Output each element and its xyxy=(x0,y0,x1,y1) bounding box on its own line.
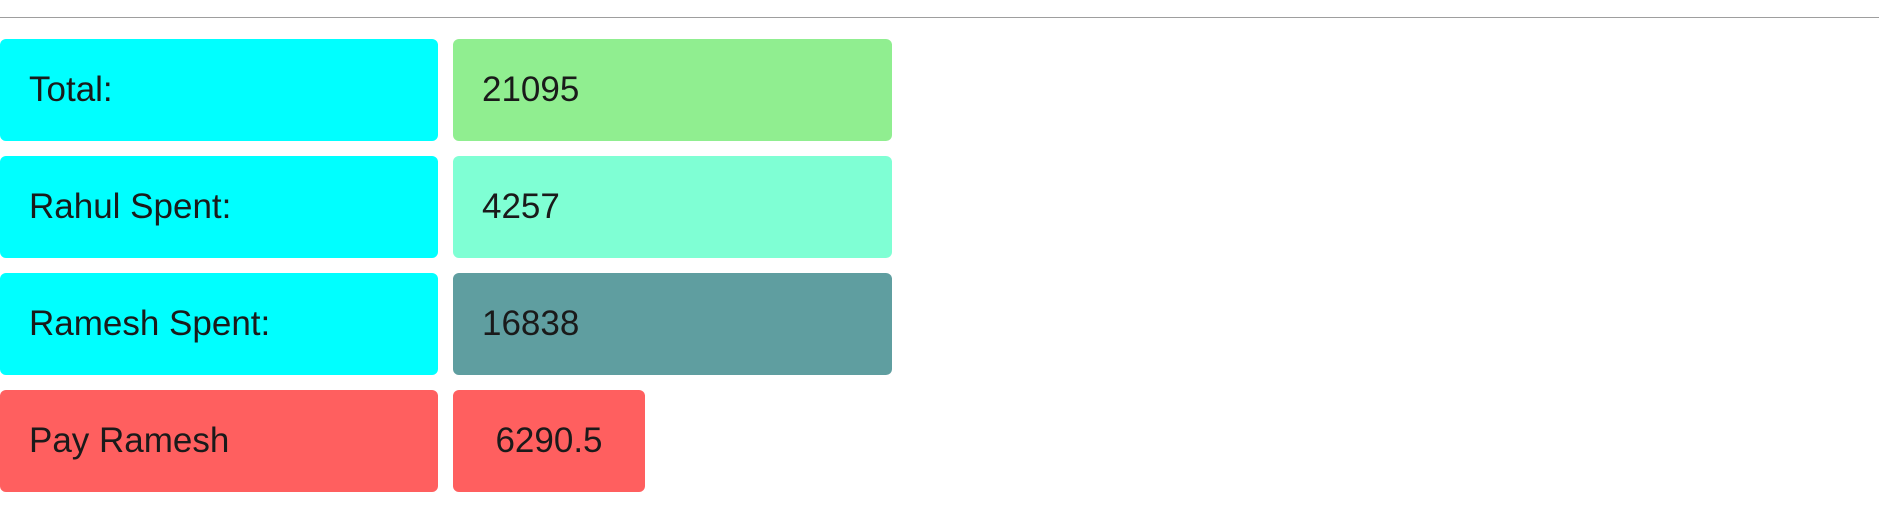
top-divider xyxy=(0,17,1879,18)
total-value: 21095 xyxy=(453,39,892,141)
ramesh-spent-value: 16838 xyxy=(453,273,892,375)
pay-ramesh-value: 6290.5 xyxy=(453,390,645,492)
total-label: Total: xyxy=(0,39,438,141)
pay-ramesh-label: Pay Ramesh xyxy=(0,390,438,492)
pay-ramesh-row: Pay Ramesh 6290.5 xyxy=(0,390,1879,492)
summary-table: Total: 21095 Rahul Spent: 4257 Ramesh Sp… xyxy=(0,39,1879,507)
ramesh-spent-label: Ramesh Spent: xyxy=(0,273,438,375)
rahul-spent-row: Rahul Spent: 4257 xyxy=(0,156,1879,258)
ramesh-spent-row: Ramesh Spent: 16838 xyxy=(0,273,1879,375)
total-row: Total: 21095 xyxy=(0,39,1879,141)
rahul-spent-label: Rahul Spent: xyxy=(0,156,438,258)
rahul-spent-value: 4257 xyxy=(453,156,892,258)
